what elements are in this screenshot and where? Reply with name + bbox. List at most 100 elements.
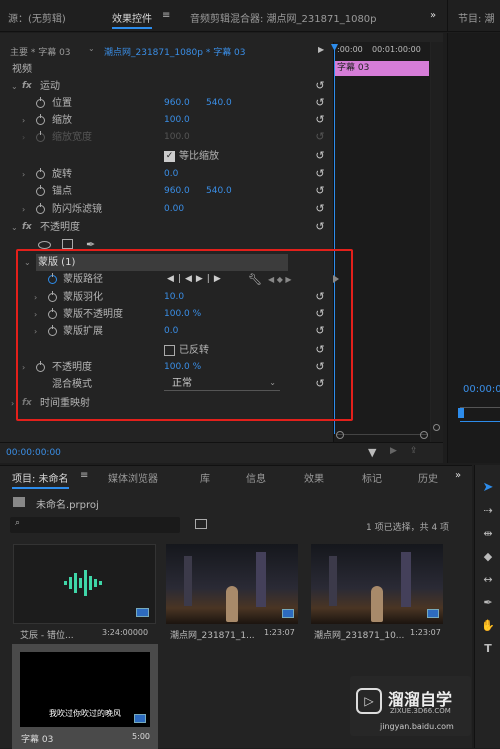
position-y-value[interactable]: 540.0 [206, 95, 232, 112]
reset-icon[interactable]: ↺ [314, 97, 326, 109]
caption-preview-text: 我吹过你吹过的晚风 [49, 709, 121, 718]
reset-icon[interactable]: ↺ [314, 221, 326, 233]
sequence-badge-icon [427, 609, 439, 618]
rotation-row: › 旋转 0.0 ↺ [0, 166, 333, 183]
project-item-video-1[interactable] [166, 544, 298, 624]
timeline-zoom-bar[interactable] [336, 431, 428, 439]
track-select-tool-icon[interactable]: ⇢ [481, 504, 495, 518]
rotation-value[interactable]: 0.0 [164, 166, 178, 183]
program-playhead[interactable] [458, 408, 464, 418]
sequence-clip-link[interactable]: 潮点网_231871_1080p * 字幕 03 [104, 45, 246, 58]
tab-audio-mixer[interactable]: 音频剪辑混合器: 潮点网_231871_1080p [190, 10, 377, 25]
tab-markers[interactable]: 标记 [362, 470, 382, 485]
reset-icon: ↺ [315, 130, 325, 143]
program-timecode[interactable]: 00:00:0 [463, 384, 500, 395]
export-icon[interactable]: ⇪ [410, 446, 418, 456]
audio-badge-icon [136, 608, 149, 617]
anchor-y-value[interactable]: 540.0 [206, 183, 232, 200]
ecp-timecode[interactable]: 00:00:00:00 [6, 448, 61, 458]
motion-row[interactable]: ⌄ fx 运动 ↺ [0, 78, 333, 95]
stopwatch-icon[interactable] [36, 97, 45, 108]
tab-effects[interactable]: 效果 [304, 470, 324, 485]
rectangle-mask-icon[interactable] [62, 239, 73, 249]
ecp-footer: 00:00:00:00 ▼ ▶ ⇪ [0, 442, 443, 463]
tab-library[interactable]: 库 [200, 470, 210, 485]
flicker-value[interactable]: 0.00 [164, 201, 184, 218]
effect-panel-menu-icon[interactable]: ≡ [162, 10, 170, 21]
stopwatch-icon[interactable] [36, 114, 45, 125]
stopwatch-icon[interactable] [36, 168, 45, 179]
tab-media-browser[interactable]: 媒体浏览器 [108, 470, 158, 485]
caption-badge-icon [134, 714, 146, 723]
project-search-input[interactable]: ⌕ [10, 517, 180, 533]
play-audio-icon[interactable]: ▶ [390, 446, 397, 456]
ripple-edit-tool-icon[interactable]: ⇹ [481, 527, 495, 541]
timeline-clip[interactable]: 字幕 03 [334, 61, 429, 76]
slip-tool-icon[interactable]: ↔ [481, 573, 495, 587]
position-x-value[interactable]: 960.0 [164, 95, 190, 112]
type-tool-icon[interactable]: T [481, 642, 495, 656]
watermark: ▷ 溜溜自学 ZIXUE.3D66.COM jingyan.baidu.com [350, 676, 471, 736]
scale-value[interactable]: 100.0 [164, 112, 190, 129]
tab-info[interactable]: 信息 [246, 470, 266, 485]
project-item-audio[interactable] [13, 544, 156, 624]
tab-effect-controls[interactable]: 效果控件 [112, 10, 152, 29]
timeline-start-time: :00:00 [337, 45, 363, 54]
razor-tool-icon[interactable]: ◆ [481, 550, 495, 564]
video-section-header: 视频 [12, 64, 32, 75]
reset-icon[interactable]: ↺ [314, 114, 326, 126]
project-item-duration: 1:23:07 [264, 628, 295, 637]
selection-tool-icon[interactable]: ➤ [481, 481, 495, 495]
search-icon: ⌕ [15, 518, 21, 528]
reset-icon[interactable]: ↺ [314, 203, 326, 215]
project-file-name: 未命名.prproj [36, 500, 99, 511]
scale-row: › 缩放 100.0 ↺ [0, 112, 333, 129]
tab-source[interactable]: 源：(无剪辑) [8, 10, 66, 25]
person-figure [371, 586, 383, 622]
program-monitor: 00:00:0 [447, 33, 500, 463]
reset-icon[interactable]: ↺ [314, 168, 326, 180]
tab-project[interactable]: 项目: 未命名 [12, 470, 69, 489]
new-bin-icon[interactable] [195, 519, 207, 529]
project-item-video-2[interactable] [311, 544, 443, 624]
video-badge-icon [282, 609, 294, 618]
tab-program[interactable]: 节目: 潮 [458, 10, 495, 25]
uniform-scale-row: ✓ 等比缩放 ↺ [164, 149, 326, 162]
master-clip-label[interactable]: 主要 * 字幕 03 [10, 45, 71, 58]
reset-icon[interactable]: ↺ [314, 80, 326, 92]
highlight-box [16, 249, 353, 421]
project-menu-icon[interactable]: ≡ [80, 470, 88, 481]
selection-count: 1 项已选择，共 4 项 [366, 523, 450, 533]
ellipse-mask-icon[interactable] [38, 241, 51, 249]
project-item-name: 潮点网_231871_1... [170, 631, 255, 641]
hand-tool-icon[interactable]: ✋ [481, 619, 495, 633]
more-tabs-icon[interactable]: » [430, 10, 436, 21]
chevron-down-icon[interactable]: ⌄ [88, 44, 95, 53]
anchor-row: 锚点 960.0 540.0 ↺ [0, 183, 333, 200]
play-only-icon[interactable]: ▶ [318, 45, 324, 54]
flicker-row: › 防闪烁滤镜 0.00 ↺ [0, 201, 333, 218]
audio-waveform-icon [64, 570, 102, 596]
project-item-duration: 3:24:00000 [102, 628, 149, 637]
scale-width-value: 100.0 [164, 132, 190, 142]
uniform-scale-checkbox[interactable]: ✓ [164, 151, 175, 162]
project-item-caption[interactable]: 我吹过你吹过的晚风 字幕 03 5:00 [12, 644, 158, 749]
tab-history[interactable]: 历史 [418, 470, 438, 485]
stopwatch-icon[interactable] [36, 203, 45, 214]
pen-tool-icon[interactable]: ✒ [481, 596, 495, 610]
stopwatch-icon[interactable] [36, 185, 45, 196]
tools-panel: ➤ ⇢ ⇹ ◆ ↔ ✒ ✋ T [474, 465, 500, 748]
project-item-name: 艾辰 - 错位... [20, 631, 74, 641]
anchor-x-value[interactable]: 960.0 [164, 183, 190, 200]
reset-icon[interactable]: ↺ [314, 185, 326, 197]
project-item-duration: 1:23:07 [410, 628, 441, 637]
watermark-logo-icon: ▷ [356, 688, 382, 714]
stopwatch-icon [36, 131, 45, 142]
ecp-scrollbar[interactable] [431, 42, 443, 442]
project-file-icon [13, 497, 25, 507]
reset-icon[interactable]: ↺ [314, 150, 326, 162]
opacity-effect-row[interactable]: ⌄ fx 不透明度 ↺ [0, 219, 333, 236]
project-panel: 项目: 未命名 ≡ 媒体浏览器 库 信息 效果 标记 历史 » 未命名.prpr… [0, 465, 472, 749]
filter-icon[interactable]: ▼ [368, 446, 376, 459]
more-tabs-icon[interactable]: » [455, 470, 461, 481]
